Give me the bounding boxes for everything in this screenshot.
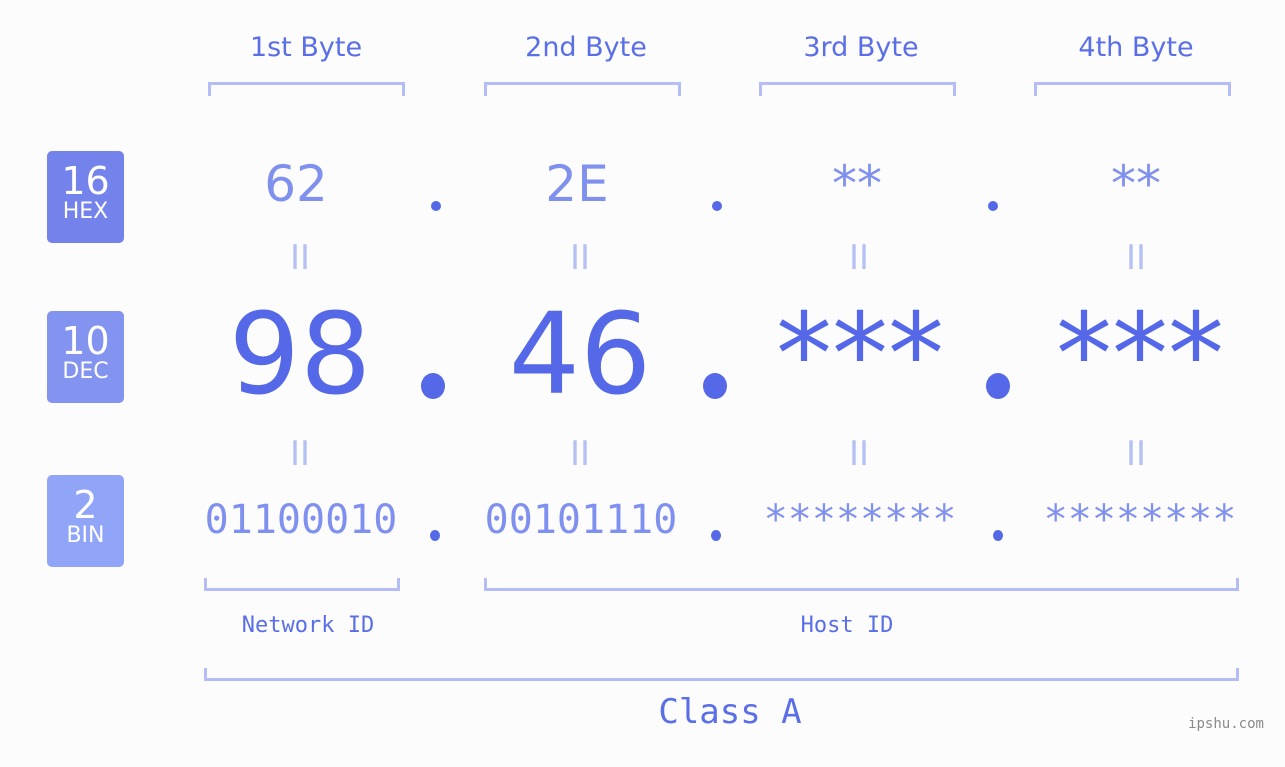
- hex-badge-number: 16: [61, 159, 110, 203]
- equals-hex-dec-2: II: [569, 238, 591, 278]
- class-bracket: [204, 668, 1239, 681]
- byte-2-label: 2nd Byte: [525, 32, 647, 63]
- bin-byte-1: 01100010: [204, 497, 398, 543]
- equals-dec-bin-2: II: [569, 434, 591, 474]
- dec-byte-4: ***: [1056, 290, 1224, 420]
- bin-dot-3: [993, 530, 1003, 541]
- dec-dot-1: [421, 373, 445, 399]
- bin-byte-4: ********: [1043, 497, 1237, 543]
- byte-1-bracket: [208, 82, 405, 96]
- host-id-bracket: [484, 578, 1239, 591]
- byte-4-bracket: [1034, 82, 1231, 96]
- bin-dot-1: [430, 530, 440, 541]
- hex-badge-label: HEX: [62, 199, 109, 224]
- equals-dec-bin-3: II: [848, 434, 870, 474]
- dec-badge: 10 DEC: [47, 311, 124, 403]
- byte-3-bracket: [759, 82, 956, 96]
- hex-byte-4: **: [1111, 155, 1161, 213]
- dec-byte-1: 98: [228, 290, 372, 420]
- network-id-bracket: [204, 578, 400, 591]
- dec-byte-2: 46: [508, 290, 652, 420]
- hex-byte-1: 62: [264, 155, 328, 213]
- host-id-label: Host ID: [800, 613, 894, 638]
- bin-dot-2: [711, 530, 721, 541]
- byte-2-bracket: [484, 82, 681, 96]
- hex-dot-1: [431, 201, 441, 211]
- equals-hex-dec-4: II: [1125, 238, 1147, 278]
- hex-badge: 16 HEX: [47, 151, 124, 243]
- dec-byte-3: ***: [776, 290, 944, 420]
- dec-dot-3: [986, 373, 1010, 399]
- network-id-label: Network ID: [241, 613, 375, 638]
- bin-byte-2: 00101110: [484, 497, 678, 543]
- bin-badge: 2 BIN: [47, 475, 124, 567]
- equals-dec-bin-4: II: [1125, 434, 1147, 474]
- equals-dec-bin-1: II: [289, 434, 311, 474]
- byte-4-label: 4th Byte: [1078, 32, 1194, 63]
- bin-badge-number: 2: [73, 483, 98, 527]
- watermark: ipshu.com: [1188, 716, 1264, 732]
- dec-dot-2: [703, 373, 727, 399]
- byte-1-label: 1st Byte: [249, 32, 363, 63]
- hex-dot-3: [988, 201, 998, 211]
- bin-byte-3: ********: [763, 497, 957, 543]
- hex-byte-2: 2E: [545, 155, 609, 213]
- class-label: Class A: [658, 692, 802, 732]
- dec-badge-label: DEC: [62, 359, 109, 384]
- bin-badge-label: BIN: [66, 523, 105, 548]
- equals-hex-dec-3: II: [848, 238, 870, 278]
- dec-badge-number: 10: [61, 319, 110, 363]
- equals-hex-dec-1: II: [289, 238, 311, 278]
- byte-3-label: 3rd Byte: [803, 32, 919, 63]
- hex-dot-2: [712, 201, 722, 211]
- hex-byte-3: **: [832, 155, 882, 213]
